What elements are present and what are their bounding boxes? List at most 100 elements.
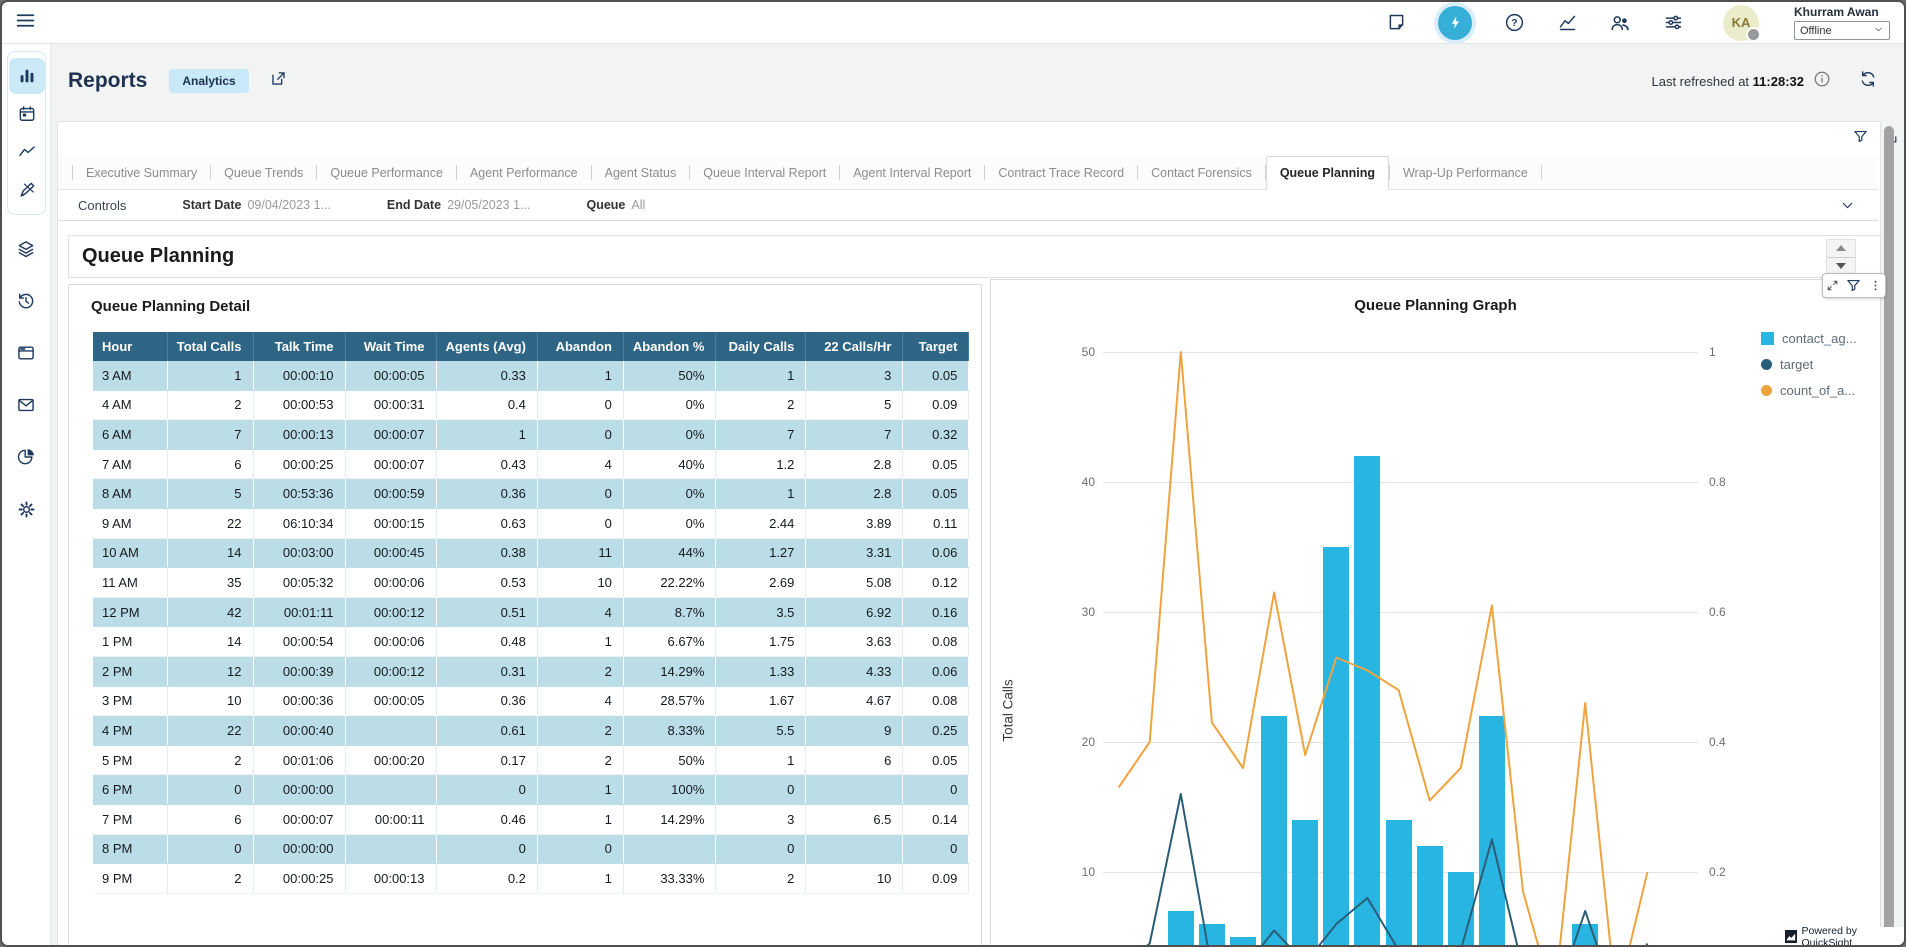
bar-3-pm[interactable] [1448, 872, 1474, 947]
column-header[interactable]: 22 Calls/Hr [806, 332, 903, 361]
bar-1-pm[interactable] [1386, 820, 1412, 947]
status-select[interactable]: Offline [1794, 21, 1890, 40]
spinner-up-button[interactable] [1827, 240, 1855, 258]
sidebar-item-calendar[interactable] [9, 96, 45, 132]
info-icon[interactable] [1813, 70, 1831, 93]
table-cell: 0.32 [903, 420, 969, 450]
table-cell: 00:00:05 [345, 361, 436, 390]
table-row: 11 AM3500:05:3200:00:060.531022.22%2.695… [93, 568, 969, 598]
tab-queue-trends[interactable]: Queue Trends [211, 156, 316, 190]
tab-queue-interval-report[interactable]: Queue Interval Report [690, 156, 839, 190]
gridline [1103, 482, 1698, 483]
tab-contract-trace-record[interactable]: Contract Trace Record [985, 156, 1137, 190]
table-cell: 40% [623, 449, 716, 479]
bar-7-am[interactable] [1199, 924, 1225, 947]
spinner-down-button[interactable] [1827, 258, 1855, 275]
filter-end-date: End Date29/05/2023 1... [387, 198, 531, 212]
sliders-icon[interactable] [1662, 12, 1684, 34]
table-cell: 2 PM [93, 656, 167, 686]
filter-value[interactable]: All [631, 198, 645, 212]
bar-12-pm[interactable] [1354, 456, 1380, 947]
table-cell: 4 [537, 597, 623, 627]
column-header[interactable]: Hour [93, 332, 167, 361]
tab-agent-status[interactable]: Agent Status [592, 156, 690, 190]
quicksight-badge[interactable]: Powered by QuickSight [1781, 927, 1904, 946]
sidebar [2, 43, 51, 947]
table-cell: 6 AM [93, 420, 167, 450]
bar-10-am[interactable] [1292, 820, 1318, 947]
tab-wrap-up-performance[interactable]: Wrap-Up Performance [1390, 156, 1541, 190]
kebab-menu-icon[interactable] [1869, 279, 1882, 292]
refresh-icon[interactable] [1858, 69, 1878, 94]
sidebar-item-design[interactable] [9, 172, 45, 208]
bar-2-pm[interactable] [1417, 846, 1443, 947]
table-cell: 9 [806, 716, 903, 746]
tab-queue-performance[interactable]: Queue Performance [317, 156, 456, 190]
hamburger-menu-icon[interactable] [15, 10, 36, 36]
tab-executive-summary[interactable]: Executive Summary [73, 156, 210, 190]
controls-label: Controls [78, 198, 126, 213]
top-bar: ? KA Khurram Awan Offline [2, 2, 1904, 44]
table-cell: 00:00:07 [345, 449, 436, 479]
table-row: 5 PM200:01:0600:00:200.17250%160.05 [93, 745, 969, 775]
column-header[interactable]: Talk Time [253, 332, 345, 361]
scrollbar-thumb[interactable] [1884, 126, 1894, 944]
trend-icon[interactable] [1556, 12, 1578, 34]
bar-11-am[interactable] [1323, 547, 1349, 947]
users-icon[interactable] [1609, 12, 1631, 34]
bar-8-am[interactable] [1230, 937, 1256, 947]
help-icon[interactable]: ? [1503, 12, 1525, 34]
table-cell: 33.33% [623, 864, 716, 894]
legend-item-contact-ag-[interactable]: contact_ag... [1761, 331, 1856, 346]
column-header[interactable]: Total Calls [167, 332, 253, 361]
legend-item-count-of-a-[interactable]: count_of_a... [1761, 383, 1856, 398]
table-cell: 0 [903, 834, 969, 864]
table-cell: 0.63 [436, 508, 537, 538]
sidebar-item-mail[interactable] [8, 387, 44, 423]
table-cell: 2 [537, 716, 623, 746]
column-header[interactable]: Wait Time [345, 332, 436, 361]
sidebar-item-bar-chart[interactable] [9, 58, 45, 94]
filter-value[interactable]: 29/05/2023 1... [447, 198, 530, 212]
app-window: ? KA Khurram Awan Offline Reports Analyt… [0, 0, 1906, 947]
table-cell: 4.67 [806, 686, 903, 716]
note-icon[interactable] [1385, 12, 1407, 34]
column-header[interactable]: Daily Calls [716, 332, 806, 361]
legend-item-target[interactable]: target [1761, 357, 1856, 372]
sidebar-item-line-chart[interactable] [9, 134, 45, 170]
tab-queue-planning[interactable]: Queue Planning [1266, 156, 1389, 190]
column-header[interactable]: Abandon [537, 332, 623, 361]
sidebar-item-pie-chart[interactable] [8, 439, 44, 475]
bar-9-am[interactable] [1261, 716, 1287, 947]
table-cell: 0% [623, 508, 716, 538]
user-block: Khurram Awan Offline [1794, 5, 1890, 40]
bar-6-am[interactable] [1168, 911, 1194, 947]
controls-collapse-chevron-icon[interactable] [1839, 197, 1856, 217]
column-header[interactable]: Target [903, 332, 969, 361]
bolt-icon[interactable] [1438, 6, 1472, 40]
tab-agent-performance[interactable]: Agent Performance [457, 156, 591, 190]
column-header[interactable]: Agents (Avg) [436, 332, 537, 361]
table-cell: 0 [537, 390, 623, 420]
column-header[interactable]: Abandon % [623, 332, 716, 361]
filter-icon[interactable] [1852, 128, 1869, 150]
expand-icon[interactable] [1826, 279, 1839, 292]
external-link-icon[interactable] [269, 69, 288, 93]
sidebar-item-history[interactable] [8, 283, 44, 319]
filter-value[interactable]: 09/04/2023 1... [247, 198, 330, 212]
table-cell: 1.2 [716, 449, 806, 479]
table-cell: 50% [623, 745, 716, 775]
table-row: 2 PM1200:00:3900:00:120.31214.29%1.334.3… [93, 656, 969, 686]
sidebar-item-window[interactable] [8, 335, 44, 371]
tab-contact-forensics[interactable]: Contact Forensics [1138, 156, 1265, 190]
bar-7-pm[interactable] [1572, 924, 1598, 947]
y-axis-tick-right: 1 [1709, 345, 1716, 359]
table-cell: 0.53 [436, 568, 537, 598]
filter-icon[interactable] [1845, 277, 1862, 294]
sidebar-item-layers[interactable] [8, 231, 44, 267]
sidebar-item-gear[interactable] [8, 491, 44, 527]
table-cell [345, 834, 436, 864]
tab-agent-interval-report[interactable]: Agent Interval Report [840, 156, 984, 190]
table-cell: 1 [537, 627, 623, 657]
bar-4-pm[interactable] [1479, 716, 1505, 947]
